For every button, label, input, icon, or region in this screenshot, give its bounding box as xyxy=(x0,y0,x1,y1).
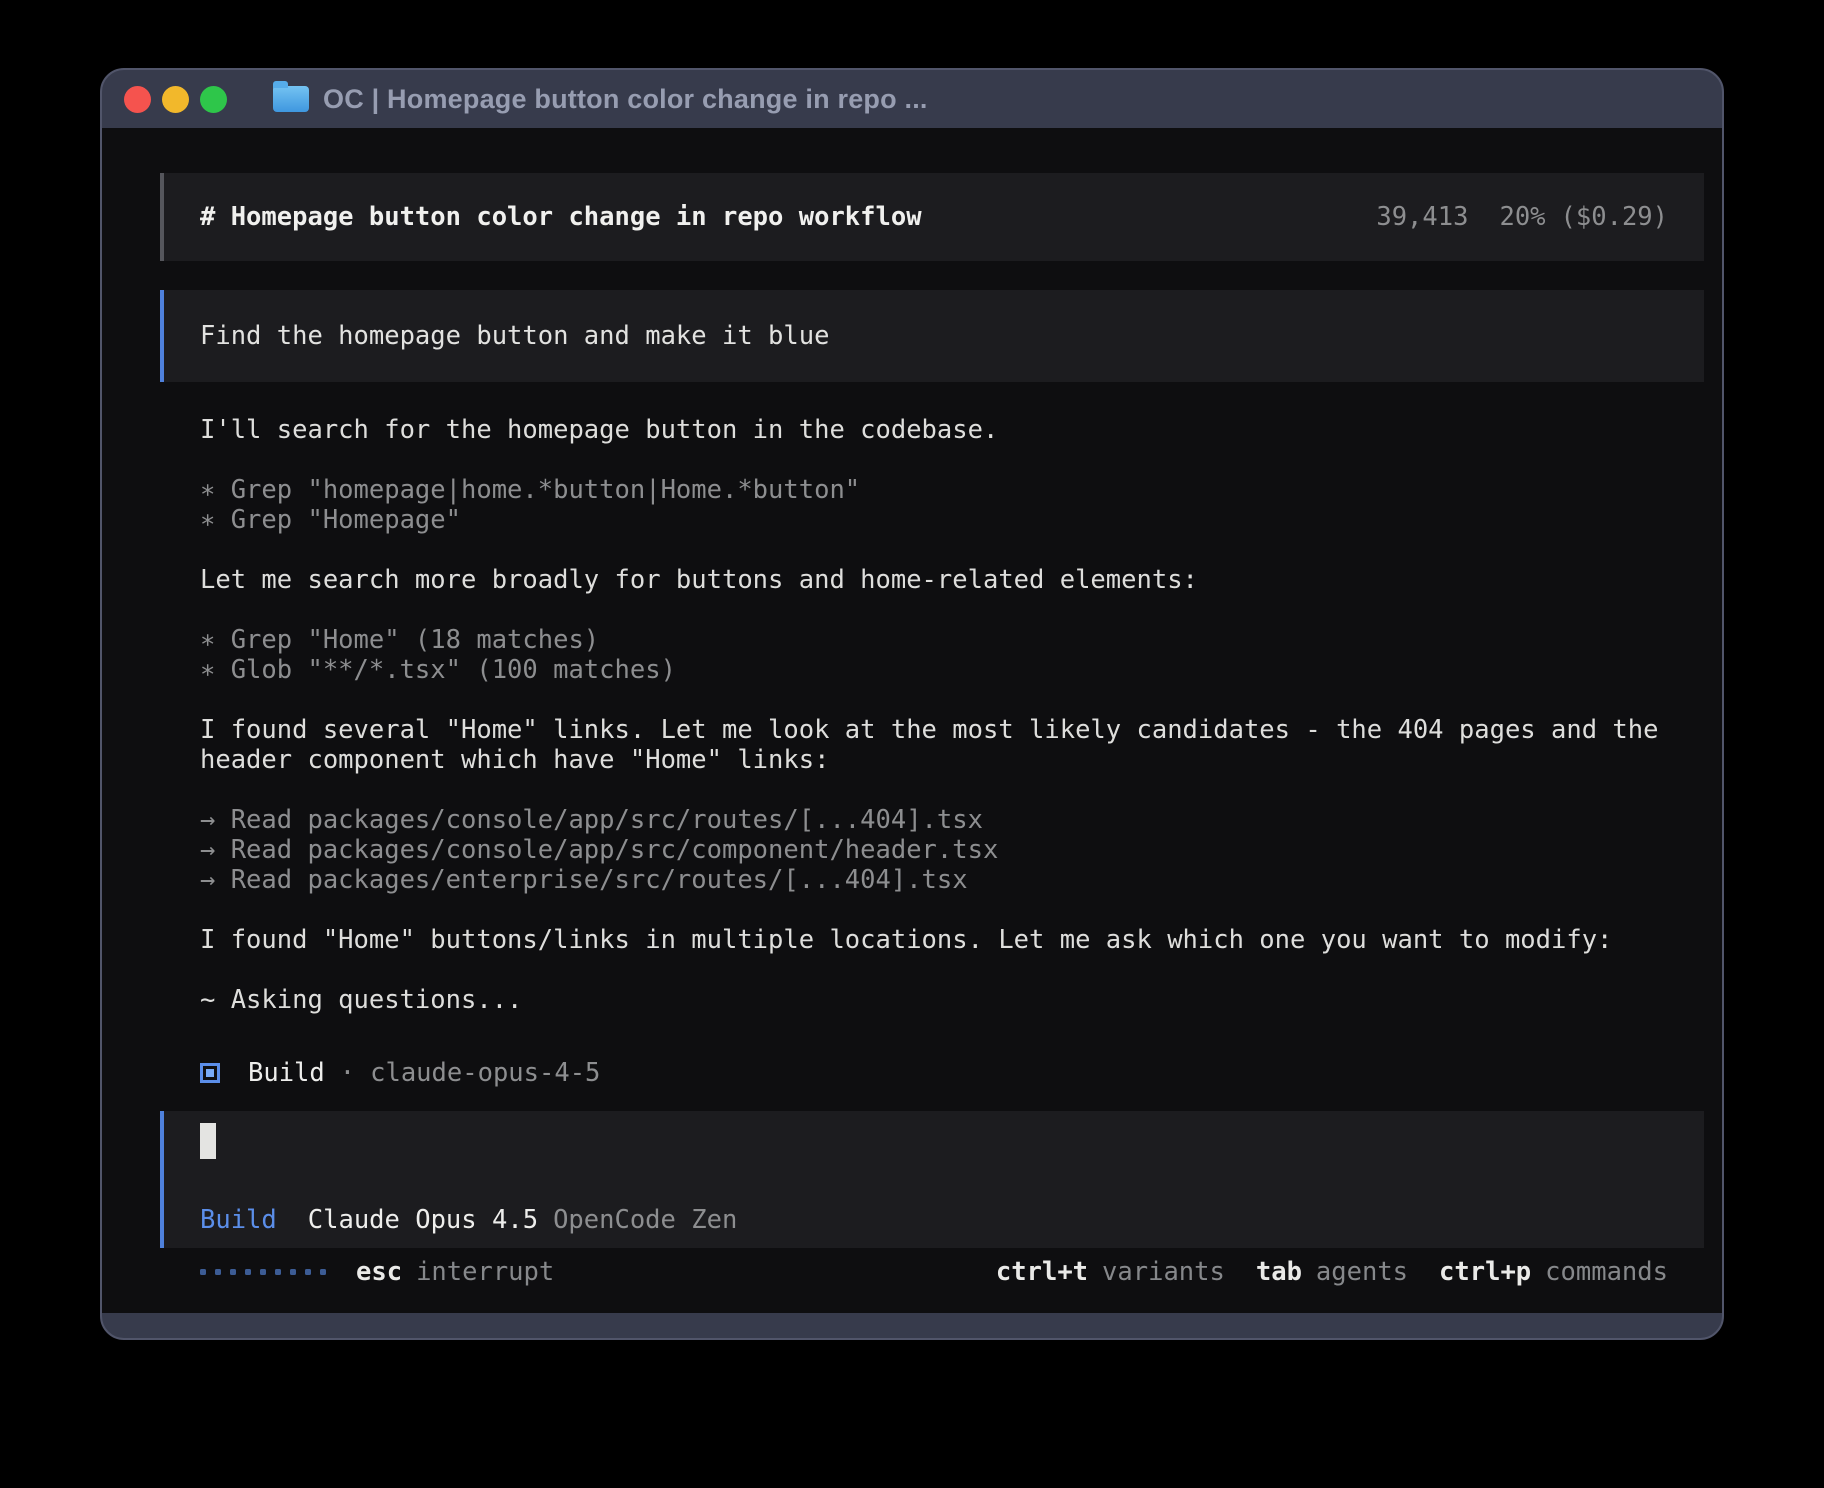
agent-name: Build xyxy=(248,1058,325,1088)
assistant-text-line: header component which have "Home" links… xyxy=(160,745,1704,775)
blank-line xyxy=(160,895,1704,925)
shortcut-hint: tab agents xyxy=(1256,1257,1408,1287)
folder-icon xyxy=(273,86,309,112)
tool-call-line: → Read packages/console/app/src/componen… xyxy=(160,835,1704,865)
blank-line xyxy=(160,955,1704,985)
blank-line xyxy=(160,775,1704,805)
spinner-dot xyxy=(230,1269,236,1275)
window-title: OC | Homepage button color change in rep… xyxy=(323,84,928,115)
tool-call-line: → Read packages/console/app/src/routes/[… xyxy=(160,805,1704,835)
session-stats: 39,413 20% ($0.29) xyxy=(1376,202,1668,232)
footer-left: esc interrupt xyxy=(200,1257,554,1287)
spinner-dot xyxy=(320,1269,326,1275)
close-button[interactable] xyxy=(124,86,151,113)
traffic-lights xyxy=(124,86,227,113)
shortcut-hint: ctrl+t variants xyxy=(996,1257,1225,1287)
blank-line xyxy=(160,445,1704,475)
shortcut-hint: ctrl+p commands xyxy=(1439,1257,1668,1287)
esc-key-label: interrupt xyxy=(416,1257,554,1287)
assistant-text-line: I found several "Home" links. Let me loo… xyxy=(160,715,1704,745)
shortcut-label: agents xyxy=(1316,1257,1408,1287)
user-message: Find the homepage button and make it blu… xyxy=(160,290,1704,382)
footer-shortcuts: ctrl+t variants tab agents ctrl+p commands xyxy=(996,1257,1668,1287)
spinner-dot xyxy=(275,1269,281,1275)
prompt-input[interactable]: Build Claude Opus 4.5 OpenCode Zen xyxy=(160,1111,1704,1248)
input-status-row: Build Claude Opus 4.5 OpenCode Zen xyxy=(200,1205,737,1235)
text-cursor xyxy=(200,1123,216,1159)
shortcut-key: ctrl+p xyxy=(1439,1257,1531,1287)
assistant-text-line: I found "Home" buttons/links in multiple… xyxy=(160,925,1704,955)
window-titlebar[interactable]: OC | Homepage button color change in rep… xyxy=(102,70,1722,128)
status-footer: esc interrupt ctrl+tvariantstabagentsctr… xyxy=(160,1257,1704,1287)
session-title: # Homepage button color change in repo w… xyxy=(200,202,922,232)
user-message-text: Find the homepage button and make it blu… xyxy=(200,321,829,351)
input-provider-label: OpenCode Zen xyxy=(553,1205,737,1235)
tool-call-line: ∗ Glob "**/*.tsx" (100 matches) xyxy=(160,655,1704,685)
session-cost: ($0.29) xyxy=(1561,202,1668,232)
assistant-text-line: Let me search more broadly for buttons a… xyxy=(160,565,1704,595)
session-header: # Homepage button color change in repo w… xyxy=(160,173,1704,261)
tool-call-line: ∗ Grep "Homepage" xyxy=(160,505,1704,535)
agent-model: claude-opus-4-5 xyxy=(370,1058,600,1088)
spinner-dot xyxy=(305,1269,311,1275)
spinner-dot xyxy=(245,1269,251,1275)
agent-square-icon xyxy=(200,1063,220,1083)
spinner-dot xyxy=(260,1269,266,1275)
terminal-window: OC | Homepage button color change in rep… xyxy=(100,68,1724,1340)
agent-status-row: Build · claude-opus-4-5 xyxy=(160,1058,600,1088)
blank-line xyxy=(160,595,1704,625)
blank-line xyxy=(160,685,1704,715)
shortcut-key: tab xyxy=(1256,1257,1302,1287)
shortcut-label: commands xyxy=(1545,1257,1668,1287)
terminal-content: # Homepage button color change in repo w… xyxy=(102,128,1722,1313)
input-agent-badge[interactable]: Build xyxy=(200,1205,277,1235)
token-count: 39,413 xyxy=(1376,202,1468,232)
conversation: I'll search for the homepage button in t… xyxy=(160,415,1704,1015)
blank-line xyxy=(160,535,1704,565)
tool-call-line: → Read packages/enterprise/src/routes/[.… xyxy=(160,865,1704,895)
esc-key-hint: esc xyxy=(356,1257,402,1287)
spinner-dots xyxy=(200,1269,326,1275)
minimize-button[interactable] xyxy=(162,86,189,113)
assistant-text-line: I'll search for the homepage button in t… xyxy=(160,415,1704,445)
content-column: # Homepage button color change in repo w… xyxy=(160,128,1704,1313)
shortcut-label: variants xyxy=(1102,1257,1225,1287)
zoom-button[interactable] xyxy=(200,86,227,113)
input-model-label[interactable]: Claude Opus 4.5 xyxy=(308,1205,538,1235)
context-percent: 20% xyxy=(1499,202,1545,232)
tool-call-line: ∗ Grep "homepage|home.*button|Home.*butt… xyxy=(160,475,1704,505)
spinner-dot xyxy=(215,1269,221,1275)
agent-square-icon-fill xyxy=(206,1069,214,1077)
spinner-dot xyxy=(200,1269,206,1275)
agent-separator: · xyxy=(340,1058,355,1088)
assistant-text-line: ~ Asking questions... xyxy=(160,985,1704,1015)
spinner-dot xyxy=(290,1269,296,1275)
tool-call-line: ∗ Grep "Home" (18 matches) xyxy=(160,625,1704,655)
shortcut-key: ctrl+t xyxy=(996,1257,1088,1287)
